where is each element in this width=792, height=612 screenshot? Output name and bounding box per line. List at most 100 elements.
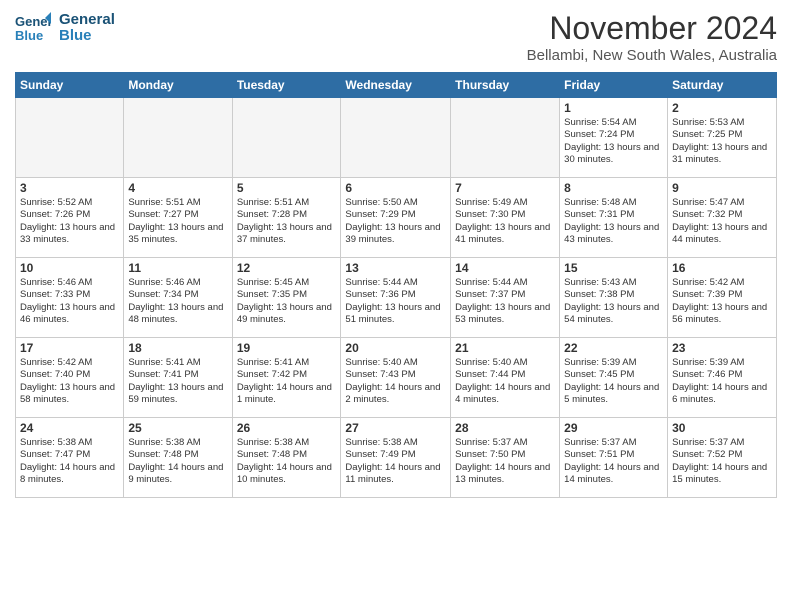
calendar-cell: [341, 98, 451, 178]
calendar-week-row: 24 Sunrise: 5:38 AM Sunset: 7:47 PM Dayli…: [16, 418, 777, 498]
day-info: Sunrise: 5:38 AM Sunset: 7:47 PM Dayligh…: [20, 437, 119, 486]
day-info: Sunrise: 5:43 AM Sunset: 7:38 PM Dayligh…: [564, 277, 663, 326]
weekday-header-friday: Friday: [560, 73, 668, 98]
weekday-header-monday: Monday: [124, 73, 232, 98]
day-number: 25: [128, 421, 227, 435]
weekday-header-sunday: Sunday: [16, 73, 124, 98]
calendar-cell: [124, 98, 232, 178]
day-number: 6: [345, 181, 446, 195]
calendar-cell: 11 Sunrise: 5:46 AM Sunset: 7:34 PM Dayli…: [124, 258, 232, 338]
day-number: 2: [672, 101, 772, 115]
logo-icon: General Blue: [15, 10, 51, 46]
location: Bellambi, New South Wales, Australia: [527, 47, 777, 64]
day-info: Sunrise: 5:50 AM Sunset: 7:29 PM Dayligh…: [345, 197, 446, 246]
calendar-cell: 15 Sunrise: 5:43 AM Sunset: 7:38 PM Dayli…: [560, 258, 668, 338]
calendar-cell: 18Sunrise: 5:41 AM Sunset: 7:41 PM Dayli…: [124, 338, 232, 418]
calendar-cell: 23Sunrise: 5:39 AM Sunset: 7:46 PM Dayli…: [668, 338, 777, 418]
logo: General Blue General Blue: [15, 10, 115, 46]
day-number: 23: [672, 341, 772, 355]
day-number: 15: [564, 261, 663, 275]
calendar-cell: 17 Sunrise: 5:42 AM Sunset: 7:40 PM Dayli…: [16, 338, 124, 418]
day-info: Sunrise: 5:52 AM Sunset: 7:26 PM Dayligh…: [20, 197, 119, 246]
calendar-cell: 2 Sunrise: 5:53 AM Sunset: 7:25 PM Daylig…: [668, 98, 777, 178]
day-info: Sunrise: 5:38 AM Sunset: 7:48 PM Dayligh…: [237, 437, 337, 486]
day-info: Sunrise: 5:54 AM Sunset: 7:24 PM Dayligh…: [564, 117, 663, 166]
svg-text:General: General: [15, 14, 51, 29]
day-info: Sunrise: 5:53 AM Sunset: 7:25 PM Dayligh…: [672, 117, 772, 166]
title-section: November 2024 Bellambi, New South Wales,…: [527, 10, 777, 64]
calendar-cell: 30 Sunrise: 5:37 AM Sunset: 7:52 PM Dayli…: [668, 418, 777, 498]
calendar-cell: [16, 98, 124, 178]
calendar-cell: 22Sunrise: 5:39 AM Sunset: 7:45 PM Dayli…: [560, 338, 668, 418]
day-number: 20: [345, 341, 446, 355]
calendar-cell: 20 Sunrise: 5:40 AM Sunset: 7:43 PM Dayli…: [341, 338, 451, 418]
page-header: General Blue General Blue November 2024 …: [15, 10, 777, 64]
day-info: Sunrise: 5:44 AM Sunset: 7:36 PM Dayligh…: [345, 277, 446, 326]
calendar-week-row: 10Sunrise: 5:46 AM Sunset: 7:33 PM Dayli…: [16, 258, 777, 338]
day-number: 13: [345, 261, 446, 275]
calendar-cell: 10Sunrise: 5:46 AM Sunset: 7:33 PM Dayli…: [16, 258, 124, 338]
calendar-cell: 26 Sunrise: 5:38 AM Sunset: 7:48 PM Dayli…: [232, 418, 341, 498]
calendar-week-row: 17 Sunrise: 5:42 AM Sunset: 7:40 PM Dayli…: [16, 338, 777, 418]
weekday-header-wednesday: Wednesday: [341, 73, 451, 98]
day-info: Sunrise: 5:40 AM Sunset: 7:44 PM Dayligh…: [455, 357, 555, 406]
day-number: 19: [237, 341, 337, 355]
day-info: Sunrise: 5:45 AM Sunset: 7:35 PM Dayligh…: [237, 277, 337, 326]
calendar-cell: [451, 98, 560, 178]
day-info: Sunrise: 5:38 AM Sunset: 7:48 PM Dayligh…: [128, 437, 227, 486]
day-number: 4: [128, 181, 227, 195]
calendar-cell: 5 Sunrise: 5:51 AM Sunset: 7:28 PM Daylig…: [232, 178, 341, 258]
day-number: 8: [564, 181, 663, 195]
day-info: Sunrise: 5:37 AM Sunset: 7:50 PM Dayligh…: [455, 437, 555, 486]
page-container: General Blue General Blue November 2024 …: [0, 0, 792, 508]
calendar-cell: 9 Sunrise: 5:47 AM Sunset: 7:32 PM Daylig…: [668, 178, 777, 258]
day-number: 24: [20, 421, 119, 435]
day-number: 29: [564, 421, 663, 435]
calendar-cell: 25 Sunrise: 5:38 AM Sunset: 7:48 PM Dayli…: [124, 418, 232, 498]
day-info: Sunrise: 5:40 AM Sunset: 7:43 PM Dayligh…: [345, 357, 446, 406]
calendar-cell: 14 Sunrise: 5:44 AM Sunset: 7:37 PM Dayli…: [451, 258, 560, 338]
calendar-cell: 28Sunrise: 5:37 AM Sunset: 7:50 PM Dayli…: [451, 418, 560, 498]
day-info: Sunrise: 5:37 AM Sunset: 7:52 PM Dayligh…: [672, 437, 772, 486]
calendar-cell: 29 Sunrise: 5:37 AM Sunset: 7:51 PM Dayli…: [560, 418, 668, 498]
calendar-cell: 12Sunrise: 5:45 AM Sunset: 7:35 PM Dayli…: [232, 258, 341, 338]
calendar-cell: 7 Sunrise: 5:49 AM Sunset: 7:30 PM Daylig…: [451, 178, 560, 258]
day-info: Sunrise: 5:44 AM Sunset: 7:37 PM Dayligh…: [455, 277, 555, 326]
calendar-header-row: SundayMondayTuesdayWednesdayThursdayFrid…: [16, 73, 777, 98]
weekday-header-saturday: Saturday: [668, 73, 777, 98]
day-number: 9: [672, 181, 772, 195]
month-title: November 2024: [527, 10, 777, 47]
day-number: 5: [237, 181, 337, 195]
day-number: 17: [20, 341, 119, 355]
day-info: Sunrise: 5:46 AM Sunset: 7:33 PM Dayligh…: [20, 277, 119, 326]
day-info: Sunrise: 5:51 AM Sunset: 7:27 PM Dayligh…: [128, 197, 227, 246]
day-info: Sunrise: 5:38 AM Sunset: 7:49 PM Dayligh…: [345, 437, 446, 486]
day-number: 26: [237, 421, 337, 435]
calendar-cell: 16 Sunrise: 5:42 AM Sunset: 7:39 PM Dayli…: [668, 258, 777, 338]
calendar-cell: 4 Sunrise: 5:51 AM Sunset: 7:27 PM Daylig…: [124, 178, 232, 258]
day-info: Sunrise: 5:46 AM Sunset: 7:34 PM Dayligh…: [128, 277, 227, 326]
day-info: Sunrise: 5:49 AM Sunset: 7:30 PM Dayligh…: [455, 197, 555, 246]
day-info: Sunrise: 5:42 AM Sunset: 7:39 PM Dayligh…: [672, 277, 772, 326]
calendar-cell: [232, 98, 341, 178]
day-info: Sunrise: 5:48 AM Sunset: 7:31 PM Dayligh…: [564, 197, 663, 246]
day-number: 27: [345, 421, 446, 435]
svg-text:Blue: Blue: [15, 28, 43, 43]
day-info: Sunrise: 5:42 AM Sunset: 7:40 PM Dayligh…: [20, 357, 119, 406]
calendar-cell: 24 Sunrise: 5:38 AM Sunset: 7:47 PM Dayli…: [16, 418, 124, 498]
calendar-cell: 8 Sunrise: 5:48 AM Sunset: 7:31 PM Daylig…: [560, 178, 668, 258]
logo-blue: Blue: [59, 28, 115, 45]
weekday-header-tuesday: Tuesday: [232, 73, 341, 98]
day-number: 7: [455, 181, 555, 195]
day-info: Sunrise: 5:41 AM Sunset: 7:41 PM Dayligh…: [128, 357, 227, 406]
day-info: Sunrise: 5:47 AM Sunset: 7:32 PM Dayligh…: [672, 197, 772, 246]
day-number: 11: [128, 261, 227, 275]
day-number: 30: [672, 421, 772, 435]
day-number: 16: [672, 261, 772, 275]
day-info: Sunrise: 5:51 AM Sunset: 7:28 PM Dayligh…: [237, 197, 337, 246]
day-number: 1: [564, 101, 663, 115]
day-number: 14: [455, 261, 555, 275]
day-info: Sunrise: 5:37 AM Sunset: 7:51 PM Dayligh…: [564, 437, 663, 486]
calendar-week-row: 3Sunrise: 5:52 AM Sunset: 7:26 PM Daylig…: [16, 178, 777, 258]
calendar-week-row: 1 Sunrise: 5:54 AM Sunset: 7:24 PM Daylig…: [16, 98, 777, 178]
